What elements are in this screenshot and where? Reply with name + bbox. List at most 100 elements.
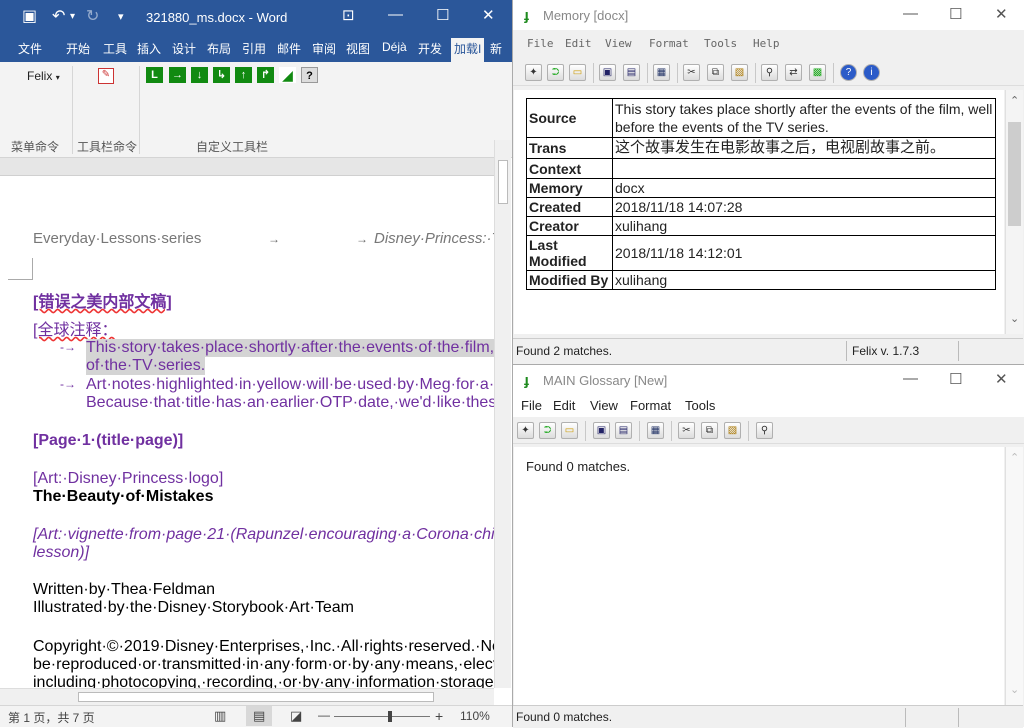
tab-layout[interactable]: 布局 — [207, 40, 231, 57]
tab-home[interactable]: 开始 — [66, 40, 90, 57]
minimize-icon[interactable]: — — [388, 6, 403, 23]
paste-icon[interactable]: ▧ — [724, 422, 741, 439]
get-translation-icon[interactable]: ↓ — [191, 67, 208, 83]
maximize-icon[interactable]: ☐ — [949, 370, 962, 388]
restore-icon[interactable]: ↳ — [213, 67, 230, 83]
cut-icon[interactable]: ✂ — [683, 64, 700, 81]
copy-icon[interactable]: ⧉ — [707, 64, 724, 81]
new-file-icon[interactable]: ✦ — [525, 64, 542, 81]
felix-menu-button[interactable]: Felix ▾ — [27, 69, 60, 83]
properties-icon[interactable]: ▦ — [653, 64, 670, 81]
tab-tools[interactable]: 工具 — [103, 40, 127, 57]
menu-tools[interactable]: Tools — [685, 398, 715, 413]
felix-toolbar-icon[interactable]: ✎ — [98, 68, 114, 84]
properties-icon[interactable]: ▦ — [647, 422, 664, 439]
customize-qat-icon[interactable]: ▾ — [118, 10, 124, 23]
save-icon[interactable]: ▣ — [599, 64, 616, 81]
menu-tools[interactable]: Tools — [704, 37, 737, 50]
menu-file[interactable]: File — [521, 398, 542, 413]
tab-references[interactable]: 引用 — [242, 40, 266, 57]
tab-mailings[interactable]: 邮件 — [277, 40, 301, 57]
close-icon[interactable]: ✕ — [995, 370, 1008, 388]
close-icon[interactable]: ✕ — [995, 5, 1008, 23]
menu-format[interactable]: Format — [630, 398, 671, 413]
tab-addins[interactable]: 加载I — [451, 38, 485, 63]
get-and-next-icon[interactable]: ↱ — [257, 67, 274, 83]
open-folder-icon[interactable]: ▭ — [569, 64, 586, 81]
save-all-icon[interactable]: ▤ — [615, 422, 632, 439]
register-icon[interactable]: ↑ — [235, 67, 252, 83]
new-file-icon[interactable]: ✦ — [517, 422, 534, 439]
close-icon[interactable]: ✕ — [482, 6, 495, 24]
open-recent-icon[interactable]: ⮊ — [547, 64, 564, 81]
menu-help[interactable]: Help — [753, 37, 780, 50]
menu-view[interactable]: View — [590, 398, 618, 413]
zoom-slider-thumb[interactable] — [388, 711, 392, 722]
read-mode-icon[interactable]: ▥ — [214, 708, 226, 724]
tab-deja[interactable]: Déjà — [382, 40, 407, 54]
cut-icon[interactable]: ✂ — [678, 422, 695, 439]
search-icon[interactable]: ⚲ — [761, 64, 778, 81]
scroll-up-icon[interactable]: ⌃ — [1010, 451, 1019, 464]
menu-format[interactable]: Format — [649, 37, 689, 50]
tab-developer[interactable]: 开发 — [418, 40, 442, 57]
scroll-down-icon[interactable]: ⌄ — [1010, 683, 1019, 696]
lookup-icon[interactable]: L — [146, 67, 163, 83]
set-next-icon[interactable]: → — [169, 67, 186, 83]
tab-file[interactable]: 文件 — [18, 40, 42, 57]
save-icon[interactable]: ▣ — [22, 6, 37, 26]
correct-icon[interactable]: ◢ — [279, 67, 296, 83]
tab-review[interactable]: 审阅 — [312, 40, 336, 57]
zoom-slider[interactable] — [334, 711, 430, 722]
web-layout-icon[interactable]: ◪ — [290, 708, 302, 724]
menu-edit[interactable]: Edit — [565, 37, 592, 50]
glossary-results-view[interactable]: Found 0 matches. — [514, 447, 1004, 705]
search-icon[interactable]: ⚲ — [756, 422, 773, 439]
scroll-down-icon[interactable]: ⌄ — [1010, 312, 1019, 325]
tab-design[interactable]: 设计 — [172, 40, 196, 57]
tab-view[interactable]: 视图 — [346, 40, 370, 57]
menu-file[interactable]: File — [527, 37, 554, 50]
menu-view[interactable]: View — [605, 37, 632, 50]
document-vertical-scrollbar[interactable] — [494, 140, 511, 688]
bullet1-line1: This·story·takes·place·shortly·after·the… — [86, 339, 494, 357]
zoom-level[interactable]: 110% — [460, 709, 490, 723]
glossary-vertical-scrollbar[interactable]: ⌃ ⌄ — [1005, 447, 1023, 705]
tab-mark: → — [268, 232, 280, 246]
help-icon[interactable]: ? — [840, 64, 857, 81]
horizontal-scroll-thumb[interactable] — [78, 692, 434, 702]
info-icon[interactable]: i — [863, 64, 880, 81]
zoom-out-icon[interactable]: — — [318, 708, 330, 722]
open-folder-icon[interactable]: ▭ — [561, 422, 578, 439]
document-horizontal-scrollbar[interactable] — [0, 688, 494, 705]
memory-vertical-scrollbar[interactable]: ⌃ ⌄ — [1005, 90, 1023, 334]
copy-icon[interactable]: ⧉ — [701, 422, 718, 439]
replace-icon[interactable]: ⇄ — [785, 64, 802, 81]
zoom-in-icon[interactable]: + — [435, 708, 443, 724]
maximize-icon[interactable]: ☐ — [949, 5, 962, 23]
paste-icon[interactable]: ▧ — [731, 64, 748, 81]
record-row: Context — [526, 158, 996, 179]
minimize-icon[interactable]: — — [903, 5, 918, 22]
glossary-icon[interactable]: ▩ — [809, 64, 826, 81]
memory-record-view[interactable]: Source This story takes place shortly aft… — [514, 90, 1004, 334]
ribbon-display-icon[interactable]: ⊡ — [342, 6, 355, 24]
memory-scroll-thumb[interactable] — [1008, 122, 1021, 226]
open-recent-icon[interactable]: ⮊ — [539, 422, 556, 439]
save-icon[interactable]: ▣ — [593, 422, 610, 439]
tab-insert[interactable]: 插入 — [137, 40, 161, 57]
undo-dropdown-icon[interactable]: ▾ — [70, 11, 75, 22]
maximize-icon[interactable]: ☐ — [436, 6, 449, 24]
vertical-scroll-thumb[interactable] — [498, 160, 508, 204]
document-page[interactable]: Everyday·Lessons·series → → Disney·Princ… — [0, 176, 494, 688]
undo-icon[interactable]: ↶ — [52, 6, 65, 26]
page-count[interactable]: 第 1 页，共 7 页 — [8, 709, 95, 726]
help-icon[interactable]: ? — [301, 67, 318, 83]
redo-icon[interactable]: ↻ — [86, 6, 99, 26]
save-all-icon[interactable]: ▤ — [623, 64, 640, 81]
minimize-icon[interactable]: — — [903, 370, 918, 387]
tab-new[interactable]: 新 — [490, 40, 502, 57]
print-layout-button[interactable]: ▤ — [246, 706, 272, 726]
menu-edit[interactable]: Edit — [553, 398, 575, 413]
scroll-up-icon[interactable]: ⌃ — [1010, 94, 1019, 107]
